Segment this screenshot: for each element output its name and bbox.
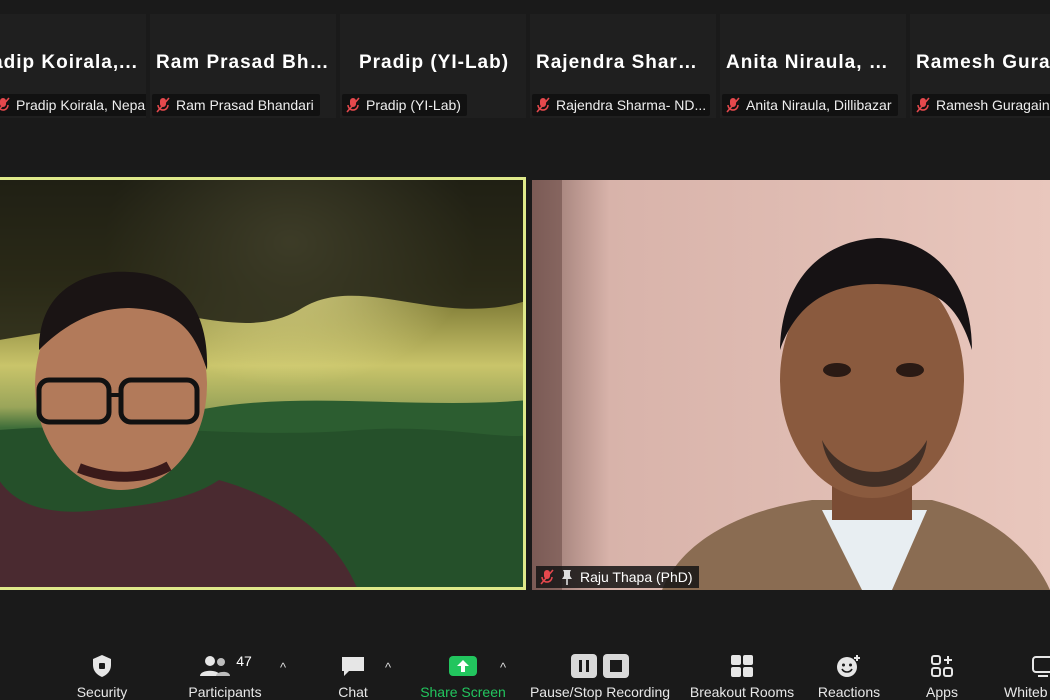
muted-mic-icon <box>916 97 930 113</box>
recording-label: Pause/Stop Recording <box>529 684 671 700</box>
breakout-rooms-label: Breakout Rooms <box>689 684 795 700</box>
participant-tile[interactable]: Ramesh Gurag... Ramesh Guragain <box>910 14 1050 118</box>
participants-icon <box>200 656 231 676</box>
participant-video[interactable]: Raju Thapa (PhD) <box>532 180 1050 590</box>
share-options-chevron-icon[interactable]: ^ <box>500 660 506 675</box>
participant-display-name: Ramesh Gurag... <box>916 52 1050 73</box>
muted-mic-icon <box>726 97 740 113</box>
chat-icon <box>342 657 364 676</box>
participant-caption: Anita Niraula, Dillibazar <box>722 94 898 116</box>
participant-caption: Pradip (YI-Lab) <box>342 94 467 116</box>
participants-count: 47 <box>236 653 252 669</box>
reactions-smiley-icon <box>837 655 860 677</box>
participant-name: Raju Thapa (PhD) <box>580 569 693 585</box>
breakout-rooms-icon <box>731 655 753 677</box>
participant-caption: Ramesh Guragain <box>912 94 1050 116</box>
participant-caption-text: Rajendra Sharma- ND... <box>556 97 707 113</box>
shield-icon <box>93 655 111 677</box>
reactions-label: Reactions <box>817 684 881 700</box>
participant-tile[interactable]: Ram Prasad Bha... Ram Prasad Bhandari <box>150 14 336 118</box>
breakout-rooms-button[interactable]: Breakout Rooms <box>686 640 798 700</box>
participant-display-name: Ram Prasad Bha... <box>156 52 332 73</box>
participant-name-tag: Raju Thapa (PhD) <box>536 566 699 588</box>
participant-caption-text: Pradip Koirala, Nepal <box>16 97 146 113</box>
chat-options-chevron-icon[interactable]: ^ <box>385 660 391 675</box>
whiteboard-label: Whiteb <box>1004 684 1048 700</box>
muted-mic-icon <box>346 97 360 113</box>
participant-caption-text: Ram Prasad Bhandari <box>176 97 314 113</box>
participants-button[interactable]: 47 Participants <box>180 640 270 700</box>
apps-icon <box>931 655 953 677</box>
muted-mic-icon <box>156 97 170 113</box>
participant-caption: Ram Prasad Bhandari <box>152 94 320 116</box>
pause-stop-recording-icon <box>571 654 629 678</box>
whiteboard-icon <box>1032 656 1050 677</box>
whiteboard-button[interactable]: Whiteb <box>1002 640 1050 700</box>
participant-display-name: Rajendra Sharm... <box>536 52 712 73</box>
participant-display-name: Anita Niraula, D... <box>726 52 902 73</box>
chat-button[interactable]: Chat <box>330 640 376 700</box>
participant-caption-text: Anita Niraula, Dillibazar <box>746 97 892 113</box>
chat-label: Chat <box>338 684 368 700</box>
recording-button[interactable]: Pause/Stop Recording <box>526 640 674 700</box>
meeting-toolbar: Security 47 Participants ^ Chat ^ Share … <box>0 640 1050 700</box>
share-screen-icon <box>449 656 477 676</box>
participant-strip: Pradip Koirala,... Pradip Koirala, Nepal… <box>0 14 1050 118</box>
muted-mic-icon <box>0 97 10 111</box>
participant-caption: Rajendra Sharma- ND... <box>532 94 710 116</box>
reactions-button[interactable]: Reactions <box>814 640 884 700</box>
participant-display-name: Pradip Koirala,... <box>0 52 138 73</box>
video-feed-right <box>532 180 1050 590</box>
participant-tile[interactable]: Anita Niraula, D... Anita Niraula, Dilli… <box>720 14 906 118</box>
pin-icon <box>562 570 572 585</box>
security-label: Security <box>76 684 128 700</box>
participant-display-name: Pradip (YI-Lab) <box>358 52 510 73</box>
participant-caption-text: Ramesh Guragain <box>936 97 1050 113</box>
participant-tile[interactable]: Pradip (YI-Lab) Pradip (YI-Lab) <box>340 14 526 118</box>
active-speaker-video[interactable] <box>0 177 526 590</box>
muted-mic-icon <box>536 97 550 113</box>
participant-caption-text: Pradip (YI-Lab) <box>366 97 461 113</box>
apps-label: Apps <box>926 684 958 700</box>
muted-mic-icon <box>540 569 554 585</box>
share-screen-label: Share Screen <box>420 684 506 700</box>
participant-tile[interactable]: Pradip Koirala,... Pradip Koirala, Nepal <box>0 14 146 118</box>
apps-button[interactable]: Apps <box>918 640 966 700</box>
participants-options-chevron-icon[interactable]: ^ <box>280 660 286 675</box>
video-feed-left <box>0 180 523 587</box>
participant-tile[interactable]: Rajendra Sharm... Rajendra Sharma- ND... <box>530 14 716 118</box>
participants-label: Participants <box>188 684 262 700</box>
share-screen-button[interactable]: Share Screen <box>418 640 508 700</box>
participant-caption: Pradip Koirala, Nepal <box>0 94 146 116</box>
security-button[interactable]: Security <box>68 640 136 700</box>
